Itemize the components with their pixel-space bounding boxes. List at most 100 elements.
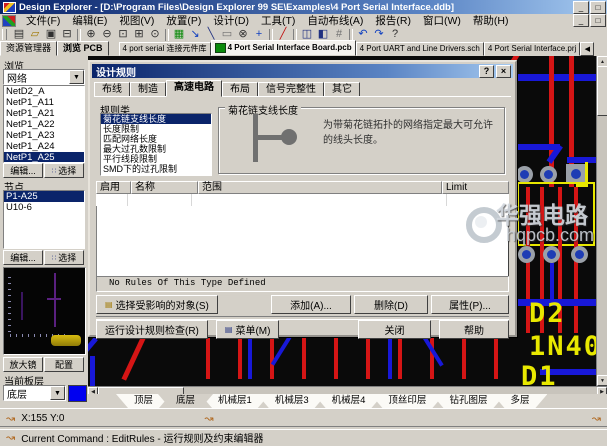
- vertical-scroll-thumb[interactable]: [597, 66, 607, 116]
- tab-explorer[interactable]: 资源管理器: [0, 41, 57, 56]
- menu-button[interactable]: ▤菜单(M): [216, 320, 280, 339]
- net-list-item[interactable]: NetP1_A11: [4, 97, 84, 108]
- tab-other[interactable]: 其它: [324, 82, 360, 97]
- net-list-item[interactable]: NetP1_A24: [4, 141, 84, 152]
- doc-tab-library[interactable]: 4 port serial 连接元件库: [119, 42, 211, 56]
- net-buttons: 编辑... ∷选择: [3, 163, 84, 178]
- menu-file[interactable]: 文件(F): [20, 13, 66, 28]
- doc-tab-pcb-board[interactable]: 4 Port Serial Interface Board.pcb: [211, 40, 356, 56]
- menu-window[interactable]: 窗口(W): [417, 13, 467, 28]
- pcb-trace: [248, 334, 252, 379]
- layer-tab-bottom[interactable]: 底层: [158, 394, 213, 408]
- empty-cell: [192, 194, 447, 206]
- horizontal-scrollbar[interactable]: ◀ ▶: [88, 386, 607, 394]
- scroll-right-icon[interactable]: ▶: [597, 387, 607, 394]
- zoom-out-icon[interactable]: ⊖: [99, 28, 115, 41]
- net-list-item[interactable]: NetD2_A: [4, 86, 84, 97]
- scroll-down-icon[interactable]: ▼: [597, 375, 607, 386]
- browse-mode-combo[interactable]: 网络 ▼: [3, 69, 85, 85]
- status-row-command: ↝ Current Command : EditRules - 运行规则及约束编…: [0, 429, 607, 445]
- layer-tab-multi[interactable]: 多层: [492, 394, 547, 408]
- layer-color-swatch: [68, 385, 87, 402]
- tab-high-speed[interactable]: 高速电路: [166, 80, 222, 97]
- print-icon[interactable]: ⊟: [59, 28, 75, 41]
- open-document-icon[interactable]: ▱: [27, 28, 43, 41]
- scroll-left-icon[interactable]: ◀: [88, 387, 98, 394]
- dialog-help-button[interactable]: ?: [479, 65, 494, 78]
- net-list-item[interactable]: NetP1_A22: [4, 119, 84, 130]
- list-icon: ▤: [105, 300, 113, 309]
- save-icon[interactable]: ▣: [43, 28, 59, 41]
- column-enabled[interactable]: 启用: [96, 181, 131, 194]
- net-select-button[interactable]: ∷选择: [44, 163, 84, 178]
- toolbar-handle[interactable]: [2, 29, 7, 40]
- mdi-minimize-button[interactable]: _: [573, 14, 589, 27]
- doc-tab-project[interactable]: 4 Port Serial Interface.prj: [484, 42, 580, 56]
- menu-button-label: 菜单(M): [235, 322, 270, 337]
- net-edit-button[interactable]: 编辑...: [3, 163, 43, 178]
- tab-scroll-left-button[interactable]: ◀: [580, 42, 594, 56]
- node-edit-button[interactable]: 编辑...: [3, 250, 43, 265]
- horizontal-scroll-thumb[interactable]: [98, 387, 184, 394]
- menu-help[interactable]: 帮助(H): [467, 13, 515, 28]
- rules-empty-message: No Rules Of This Type Defined: [96, 276, 509, 292]
- rule-class-item[interactable]: 平行线段限制: [101, 154, 211, 164]
- chevron-down-icon[interactable]: ▼: [50, 386, 65, 400]
- node-select-button[interactable]: ∷选择: [44, 250, 84, 265]
- menu-autoroute[interactable]: 自动布线(A): [301, 13, 369, 28]
- node-list-item[interactable]: U10-6: [4, 202, 84, 213]
- column-name[interactable]: 名称: [131, 181, 198, 194]
- chevron-down-icon[interactable]: ▼: [69, 70, 84, 84]
- delete-rule-button[interactable]: 删除(D): [354, 295, 428, 314]
- empty-cell: [447, 194, 509, 206]
- run-drc-button[interactable]: 运行设计规则检查(R): [96, 320, 208, 339]
- net-list-item[interactable]: NetP1_A23: [4, 130, 84, 141]
- vertical-scrollbar[interactable]: ▲ ▼: [596, 56, 607, 386]
- dialog-titlebar[interactable]: 设计规则 ? ×: [92, 64, 513, 78]
- magnifier-preview[interactable]: [3, 267, 86, 355]
- magnifier-button[interactable]: 放大镜: [3, 357, 43, 372]
- close-icon[interactable]: ×: [496, 65, 511, 78]
- column-scope[interactable]: 范围: [198, 181, 442, 194]
- column-limit[interactable]: Limit: [442, 181, 509, 194]
- tab-signal-integrity[interactable]: 信号完整性: [258, 82, 324, 97]
- net-list-item[interactable]: NetP1_A21: [4, 108, 84, 119]
- doc-tab-schematic[interactable]: 4 Port UART and Line Drivers.sch: [356, 42, 484, 56]
- menu-reports[interactable]: 报告(R): [369, 13, 417, 28]
- menu-place[interactable]: 放置(P): [160, 13, 207, 28]
- node-list-item-selected[interactable]: P1-A25: [4, 191, 84, 202]
- rule-class-item[interactable]: 匹配网络长度: [101, 134, 211, 144]
- menu-design[interactable]: 设计(D): [207, 13, 255, 28]
- pcb-pad: [543, 246, 560, 263]
- zoom-in-icon[interactable]: ⊕: [83, 28, 99, 41]
- rule-class-item[interactable]: SMD下的过孔限制: [101, 164, 211, 174]
- add-rule-button[interactable]: 添加(A)...: [271, 295, 351, 314]
- rule-properties-button[interactable]: 属性(P)...: [431, 295, 509, 314]
- select-affected-label: 选择受影响的对象(S): [116, 297, 209, 312]
- tab-manufacturing[interactable]: 制造: [130, 82, 166, 97]
- menu-edit[interactable]: 编辑(E): [66, 13, 113, 28]
- rule-class-item-selected[interactable]: 菊花链支线长度: [101, 114, 211, 124]
- maximize-button[interactable]: □: [590, 1, 606, 14]
- node-list[interactable]: P1-A25 U10-6: [3, 190, 85, 249]
- close-button[interactable]: 关闭: [358, 320, 431, 339]
- select-affected-objects-button[interactable]: ▤选择受影响的对象(S): [96, 295, 218, 314]
- rule-class-list[interactable]: 菊花链支线长度 长度限制 匹配网络长度 最大过孔数限制 平行线段限制 SMD下的…: [100, 113, 212, 176]
- design-manager-icon[interactable]: ▤: [11, 28, 27, 41]
- current-layer-combo[interactable]: 底层 ▼: [3, 385, 66, 401]
- rule-class-item[interactable]: 最大过孔数限制: [101, 144, 211, 154]
- help-button[interactable]: 帮助: [439, 320, 509, 339]
- menu-tools[interactable]: 工具(T): [255, 13, 301, 28]
- mdi-restore-button[interactable]: □: [590, 14, 606, 27]
- tab-browse-pcb[interactable]: 浏览 PCB: [57, 41, 109, 56]
- rule-class-item[interactable]: 长度限制: [101, 124, 211, 134]
- minimize-button[interactable]: _: [573, 1, 589, 14]
- configuration-button[interactable]: 配置: [44, 357, 84, 372]
- menu-view[interactable]: 视图(V): [113, 13, 160, 28]
- tab-routing[interactable]: 布线: [94, 82, 130, 97]
- preview-trace: [47, 298, 61, 300]
- net-list-item-selected[interactable]: NetP1_A25: [4, 152, 84, 163]
- net-list[interactable]: NetD2_A NetP1_A11 NetP1_A21 NetP1_A22 Ne…: [3, 85, 85, 163]
- tab-placement[interactable]: 布局: [222, 82, 258, 97]
- rules-table-body: [96, 206, 509, 276]
